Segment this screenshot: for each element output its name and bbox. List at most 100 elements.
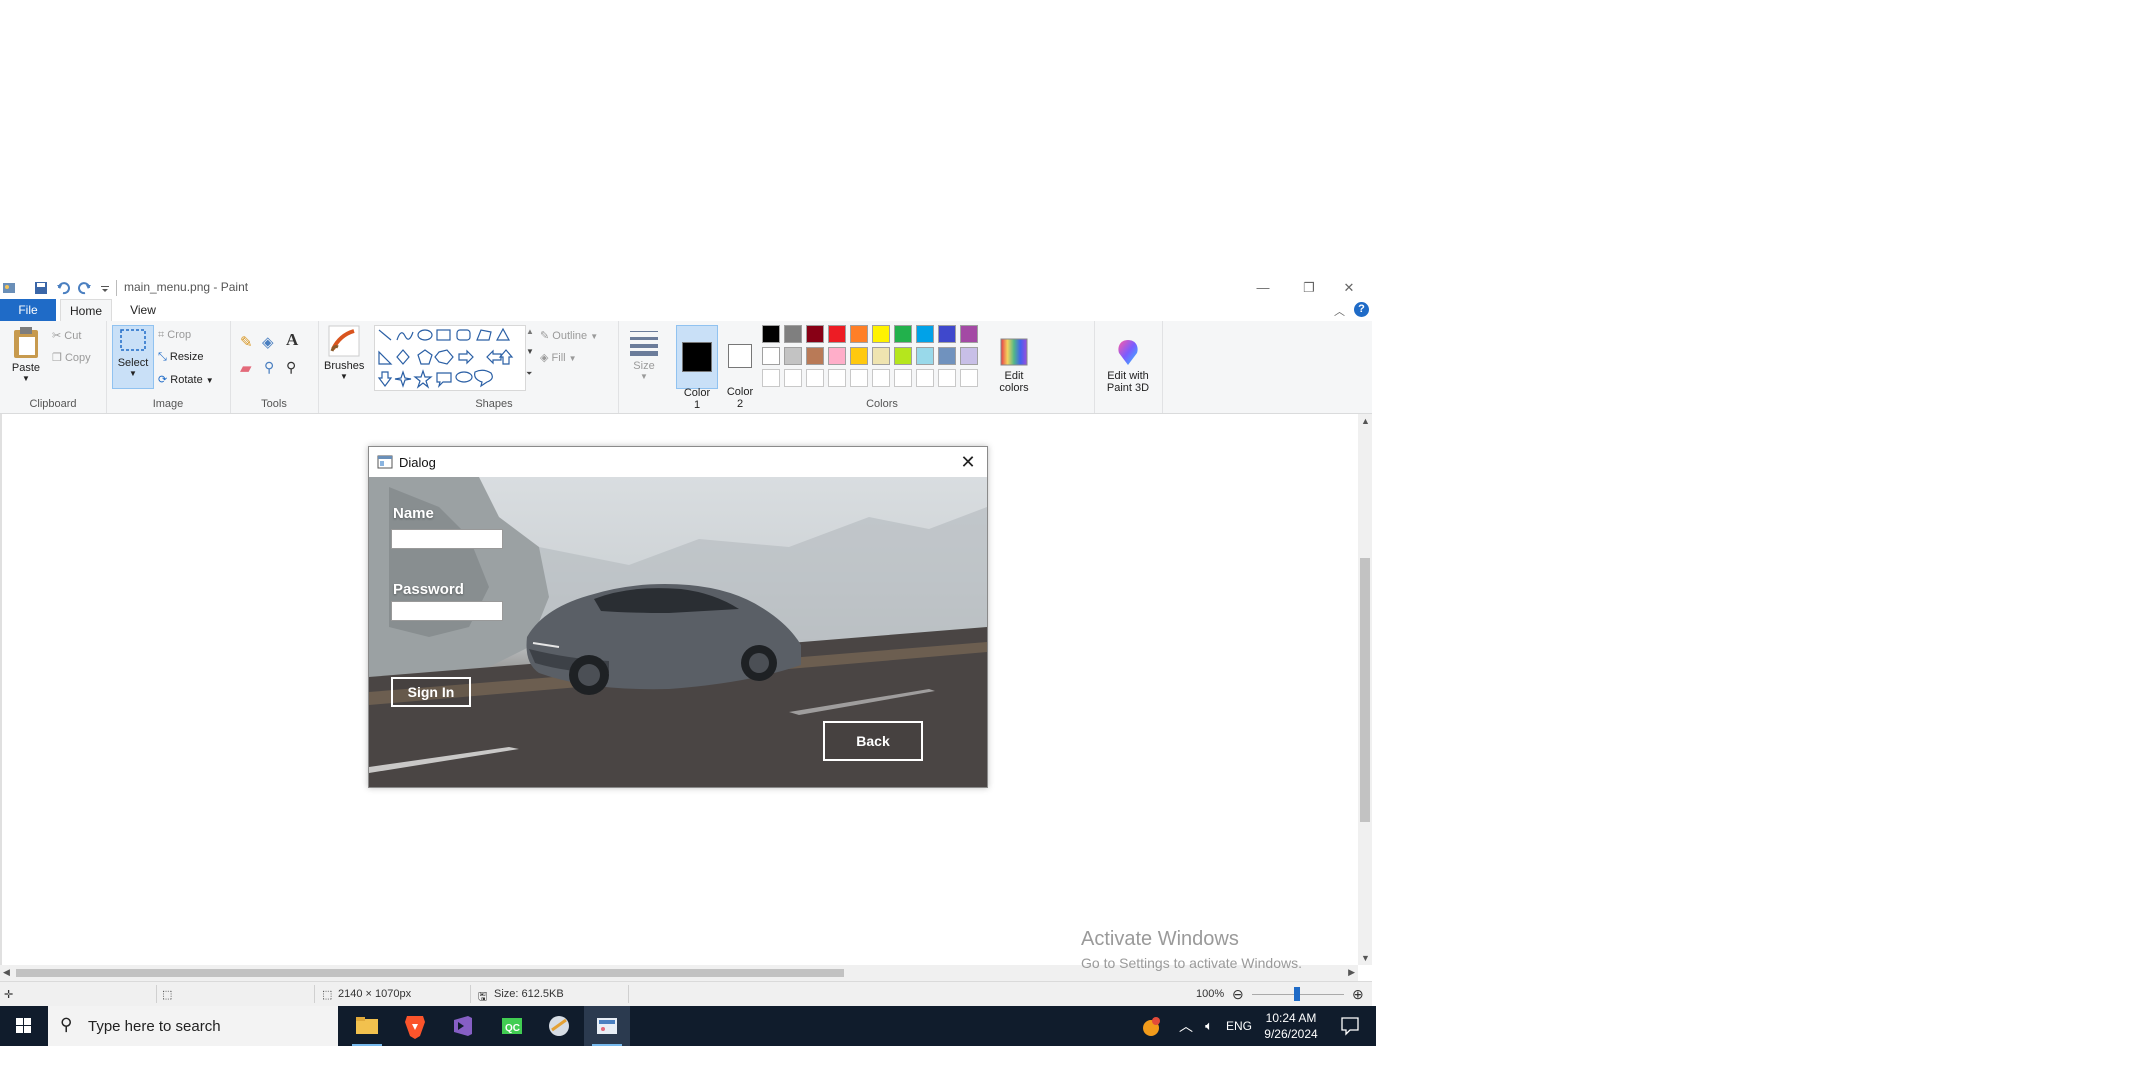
close-button[interactable]: ✕ bbox=[1326, 277, 1372, 299]
color-swatch[interactable] bbox=[872, 347, 890, 365]
edit-with-paint3d-button[interactable]: Edit with Paint 3D bbox=[1098, 325, 1158, 406]
start-button[interactable] bbox=[0, 1006, 48, 1046]
minimize-button[interactable]: — bbox=[1240, 277, 1286, 299]
paste-dropdown-icon[interactable]: ▼ bbox=[6, 374, 46, 383]
paste-button[interactable]: Paste ▼ bbox=[6, 325, 46, 383]
scroll-up-icon[interactable]: ▲ bbox=[1361, 416, 1370, 426]
undo-icon[interactable] bbox=[56, 280, 70, 296]
color-swatch[interactable] bbox=[828, 325, 846, 343]
color-swatch[interactable] bbox=[762, 369, 780, 387]
color-swatch[interactable] bbox=[784, 347, 802, 365]
tab-view[interactable]: View bbox=[118, 299, 168, 321]
color-swatch[interactable] bbox=[784, 325, 802, 343]
volume-icon[interactable]: 🔈︎ bbox=[1198, 1006, 1220, 1046]
color-swatch[interactable] bbox=[960, 347, 978, 365]
brave-taskbar-button[interactable] bbox=[392, 1006, 438, 1046]
fill-button[interactable]: ◈ Fill ▼ bbox=[540, 351, 577, 364]
color-swatch[interactable] bbox=[828, 369, 846, 387]
color-swatch[interactable] bbox=[938, 325, 956, 343]
color-swatch[interactable] bbox=[916, 347, 934, 365]
scroll-left-icon[interactable]: ◀ bbox=[3, 967, 10, 978]
color-swatch[interactable] bbox=[828, 347, 846, 365]
brushes-dropdown-icon[interactable]: ▼ bbox=[324, 372, 364, 381]
color-picker-icon[interactable]: ⚲ bbox=[264, 359, 274, 376]
rotate-button[interactable]: ⟳ Rotate ▼ bbox=[158, 373, 214, 386]
outline-button[interactable]: ✎ Outline ▼ bbox=[540, 329, 598, 342]
visual-studio-taskbar-button[interactable] bbox=[440, 1006, 486, 1046]
language-indicator[interactable]: ENG bbox=[1224, 1006, 1254, 1046]
vertical-scroll-thumb[interactable] bbox=[1360, 558, 1370, 822]
edit-colors-button[interactable]: Edit colors bbox=[992, 325, 1036, 406]
color-swatch[interactable] bbox=[894, 325, 912, 343]
color-swatch[interactable] bbox=[960, 325, 978, 343]
vertical-scrollbar[interactable]: ▲ ▼ bbox=[1358, 414, 1372, 965]
zoom-out-icon[interactable]: ⊖ bbox=[1232, 986, 1244, 1003]
clock[interactable]: 10:24 AM 9/26/2024 bbox=[1258, 1006, 1324, 1046]
password-input[interactable] bbox=[391, 601, 503, 621]
customize-quick-access-icon[interactable] bbox=[100, 280, 110, 296]
color-swatch[interactable] bbox=[784, 369, 802, 387]
zoom-slider-thumb[interactable] bbox=[1294, 987, 1300, 1001]
redo-icon[interactable] bbox=[78, 280, 92, 296]
paint-taskbar-button[interactable] bbox=[584, 1006, 630, 1046]
resize-button[interactable]: ⤡ Resize bbox=[158, 351, 204, 364]
notification-app-icon[interactable] bbox=[1138, 1006, 1164, 1046]
select-button[interactable]: Select ▼ bbox=[112, 325, 154, 389]
scroll-right-icon[interactable]: ▶ bbox=[1348, 967, 1355, 978]
back-button[interactable]: Back bbox=[823, 721, 923, 761]
shapes-expand-icon[interactable]: ⏷ bbox=[526, 369, 532, 379]
color-swatch[interactable] bbox=[872, 325, 890, 343]
color-swatch[interactable] bbox=[850, 325, 868, 343]
magnifier-icon[interactable]: ⚲ bbox=[286, 359, 296, 376]
select-dropdown-icon[interactable]: ▼ bbox=[113, 369, 153, 378]
shapes-gallery[interactable] bbox=[374, 325, 526, 391]
color-swatch[interactable] bbox=[806, 325, 824, 343]
show-hidden-icons-chevron-icon[interactable]: ︿ bbox=[1176, 1006, 1196, 1046]
color-swatch[interactable] bbox=[916, 325, 934, 343]
save-icon[interactable] bbox=[34, 280, 48, 296]
color-swatch[interactable] bbox=[872, 369, 890, 387]
color2-button[interactable]: Color 2 bbox=[720, 325, 760, 410]
text-tool-icon[interactable]: A bbox=[286, 330, 298, 350]
file-explorer-taskbar-button[interactable] bbox=[344, 1006, 390, 1046]
tab-home[interactable]: Home bbox=[60, 299, 112, 322]
color-swatch[interactable] bbox=[894, 369, 912, 387]
shapes-scroll-up-icon[interactable]: ▲ bbox=[526, 327, 534, 336]
pencil-icon[interactable]: ✎ bbox=[240, 333, 253, 351]
zoom-in-icon[interactable]: ⊕ bbox=[1352, 986, 1364, 1003]
color1-button[interactable]: Color 1 bbox=[676, 325, 718, 411]
action-center-button[interactable] bbox=[1332, 1006, 1368, 1046]
color-swatch[interactable] bbox=[938, 347, 956, 365]
color-swatch[interactable] bbox=[762, 325, 780, 343]
collapse-ribbon-icon[interactable]: ︿ bbox=[1334, 303, 1345, 319]
snipping-tool-taskbar-button[interactable] bbox=[536, 1006, 582, 1046]
color-swatch[interactable] bbox=[894, 347, 912, 365]
taskbar-search-box[interactable]: ⚲ Type here to search bbox=[48, 1006, 338, 1046]
copy-button[interactable]: ❐ Copy bbox=[52, 351, 91, 364]
sign-in-button[interactable]: Sign In bbox=[391, 677, 471, 707]
cut-button[interactable]: ✂ Cut bbox=[52, 329, 81, 342]
paint-app-icon bbox=[2, 280, 16, 296]
horizontal-scroll-thumb[interactable] bbox=[16, 969, 844, 977]
color-swatch[interactable] bbox=[850, 347, 868, 365]
color-swatch[interactable] bbox=[938, 369, 956, 387]
color-swatch[interactable] bbox=[806, 347, 824, 365]
brushes-button[interactable]: Brushes ▼ bbox=[324, 325, 364, 381]
qt-creator-taskbar-button[interactable]: QC bbox=[488, 1006, 534, 1046]
name-input[interactable] bbox=[391, 529, 503, 549]
tab-file[interactable]: File bbox=[0, 299, 56, 321]
color-swatch[interactable] bbox=[850, 369, 868, 387]
shapes-scroll-down-icon[interactable]: ▼ bbox=[526, 347, 534, 356]
fill-bucket-icon[interactable]: ◈ bbox=[262, 333, 274, 351]
crop-button[interactable]: ⌗ Crop bbox=[158, 329, 191, 342]
color-swatch[interactable] bbox=[960, 369, 978, 387]
color-swatch[interactable] bbox=[806, 369, 824, 387]
dialog-close-button[interactable]: ✕ bbox=[955, 449, 981, 475]
eraser-icon[interactable]: ▰ bbox=[240, 359, 252, 377]
scroll-down-icon[interactable]: ▼ bbox=[1361, 953, 1370, 963]
help-icon[interactable]: ? bbox=[1354, 302, 1369, 317]
size-button[interactable]: Size ▼ bbox=[624, 327, 664, 381]
rotate-dropdown-icon[interactable]: ▼ bbox=[206, 376, 214, 385]
color-swatch[interactable] bbox=[762, 347, 780, 365]
color-swatch[interactable] bbox=[916, 369, 934, 387]
